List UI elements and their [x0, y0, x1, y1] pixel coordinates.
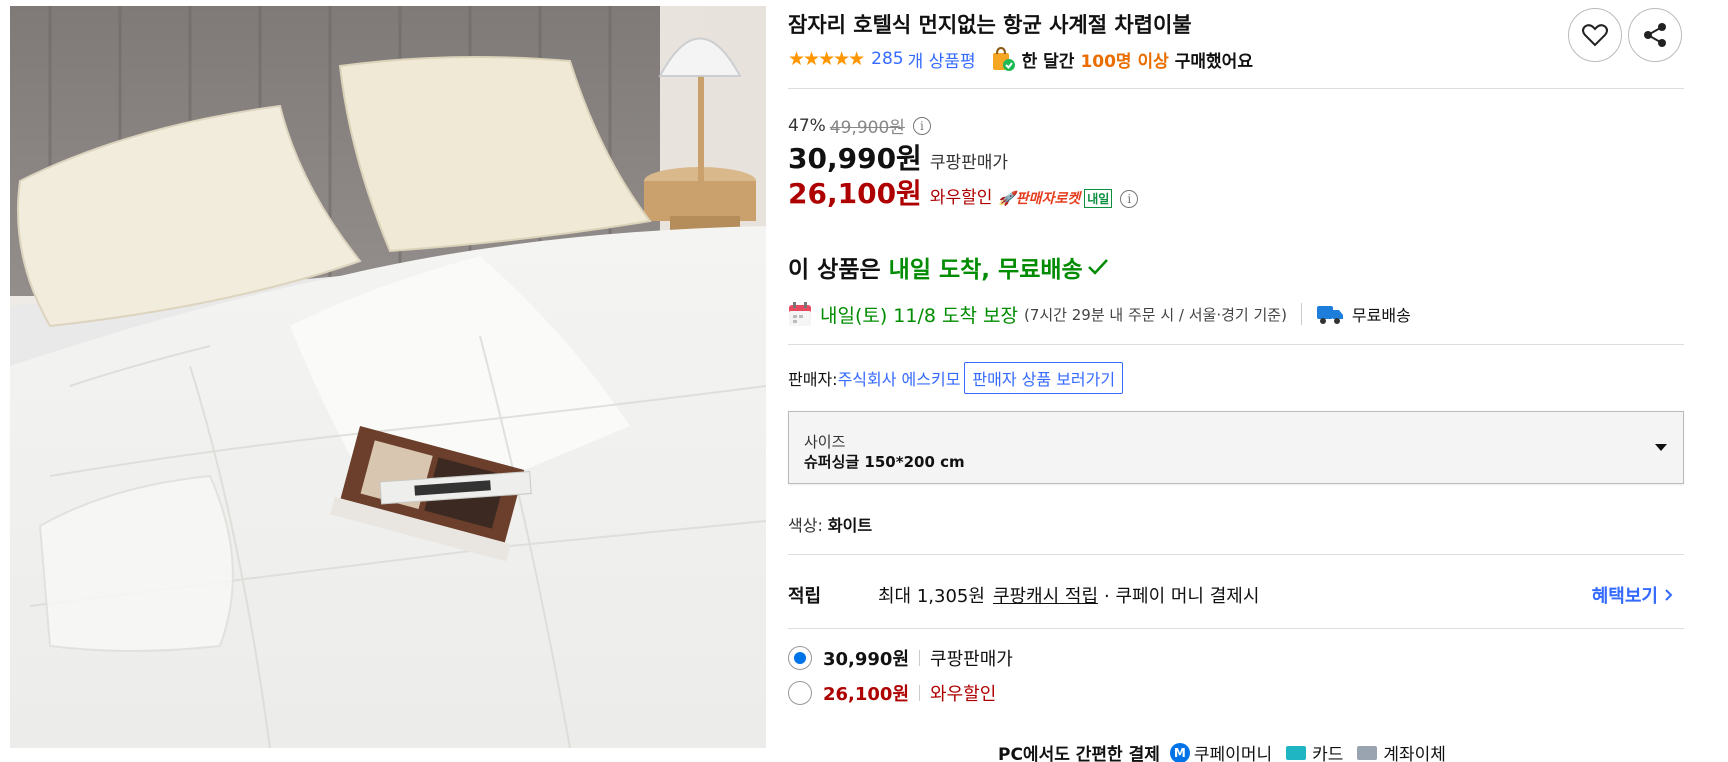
divider	[788, 628, 1684, 629]
radio-button[interactable]	[788, 646, 812, 670]
points-amount: 최대 1,305원	[878, 586, 985, 607]
color-row: 색상: 화이트	[788, 512, 872, 536]
divider	[1300, 303, 1302, 325]
divider	[788, 344, 1684, 345]
seller-name-link[interactable]: 주식회사 에스키모	[838, 366, 961, 390]
payment-method-label: 계좌이체	[1383, 745, 1446, 762]
discount-rate: 47%	[788, 115, 826, 136]
radio-button[interactable]	[788, 681, 812, 705]
payment-method-label: 쿠페이머니	[1193, 745, 1273, 762]
price-option[interactable]: 26,100원 와우할인	[788, 680, 996, 706]
divider	[788, 88, 1684, 89]
option-label: 와우할인	[930, 684, 997, 705]
payment-card: 카드	[1286, 740, 1343, 762]
free-shipping-label: 무료배송	[1351, 306, 1411, 325]
original-price-row: 47% 49,900원 i	[788, 113, 931, 138]
sale-price-label: 쿠팡판매가	[929, 153, 1009, 173]
divider	[919, 650, 921, 666]
product-info-panel: 잠자리 호텔식 먼지없는 항균 사계절 차렵이불 ★★★★★ 285 개 상품평…	[788, 0, 1684, 762]
rating-row: ★★★★★ 285 개 상품평 한 달간 100명 이상 구매했어요	[788, 46, 1253, 72]
payment-method-label: 카드	[1312, 745, 1344, 762]
purchase-stat-highlight: 100명 이상	[1080, 51, 1169, 72]
wishlist-button[interactable]	[1568, 8, 1622, 62]
benefits-link[interactable]: 혜택보기	[1592, 582, 1676, 608]
heart-icon	[1582, 24, 1608, 47]
size-label: 사이즈	[804, 433, 846, 451]
card-icon	[1286, 745, 1307, 760]
delivery-date: 내일(토) 11/8 도착 보장	[820, 304, 1018, 327]
divider	[788, 554, 1684, 555]
payment-bank-transfer: 계좌이체	[1357, 740, 1446, 762]
price-option[interactable]: 30,990원 쿠팡판매가	[788, 645, 1013, 671]
bank-transfer-icon	[1357, 745, 1378, 760]
seller-rocket-badge: 🚀판매자로켓	[998, 191, 1081, 207]
shopping-bag-icon	[990, 46, 1016, 72]
points-row: 적립 최대 1,305원 쿠팡캐시 적립 · 쿠페이 머니 결제시 혜택보기	[788, 580, 1684, 610]
option-price: 26,100원	[823, 684, 910, 705]
coupay-money-icon: M	[1169, 742, 1190, 762]
wow-price-row: 26,100원 와우할인 🚀판매자로켓 내일 i	[788, 172, 1139, 212]
review-count[interactable]: 285	[871, 49, 903, 69]
sale-price-row: 30,990원 쿠팡판매가	[788, 137, 1008, 177]
check-icon	[1087, 259, 1108, 275]
color-label: 색상:	[788, 516, 828, 535]
payment-title: PC에서도 간편한 결제	[998, 745, 1160, 762]
seller-products-button[interactable]: 판매자 상품 보러가기	[964, 362, 1124, 394]
payment-coupay-money: M 쿠페이머니	[1169, 740, 1273, 762]
tomorrow-badge: 내일	[1084, 189, 1113, 208]
share-button[interactable]	[1628, 8, 1682, 62]
calendar-icon	[789, 302, 811, 326]
points-condition: · 쿠페이 머니 결제시	[1104, 586, 1260, 607]
share-icon	[1644, 23, 1666, 47]
review-link[interactable]: 개 상품평	[908, 47, 976, 72]
info-icon[interactable]: i	[1120, 190, 1139, 208]
size-dropdown[interactable]: 사이즈 슈퍼싱글 150*200 cm	[788, 411, 1684, 484]
seller-label: 판매자:	[788, 370, 838, 389]
info-icon[interactable]: i	[912, 116, 931, 135]
coupang-cash-link[interactable]: 쿠팡캐시 적립	[993, 582, 1098, 608]
product-image[interactable]	[10, 6, 766, 748]
sale-price: 30,990원	[788, 142, 922, 175]
original-price: 49,900원	[829, 118, 905, 138]
wow-price: 26,100원	[788, 177, 922, 210]
arrival-prefix: 이 상품은	[788, 257, 881, 283]
arrival-highlight: 내일 도착, 무료배송	[888, 257, 1083, 283]
option-label: 쿠팡판매가	[930, 649, 1013, 670]
wow-price-label: 와우할인	[929, 188, 993, 208]
delivery-row: 내일(토) 11/8 도착 보장 (7시간 29분 내 주문 시 / 서울·경기…	[788, 299, 1411, 329]
purchase-stat-prefix: 한 달간	[1021, 51, 1075, 72]
size-value: 슈퍼싱글 150*200 cm	[804, 453, 965, 471]
option-price: 30,990원	[823, 649, 910, 670]
points-title: 적립	[788, 586, 822, 607]
chevron-down-icon	[1655, 444, 1667, 451]
rating-stars[interactable]: ★★★★★	[788, 48, 865, 70]
color-value: 화이트	[827, 516, 873, 535]
delivery-condition: (7시간 29분 내 주문 시 / 서울·경기 기준)	[1023, 305, 1287, 324]
seller-row: 판매자: 주식회사 에스키모 판매자 상품 보러가기	[788, 362, 1124, 394]
divider	[919, 685, 921, 701]
purchase-stat-suffix: 구매했어요	[1174, 51, 1253, 72]
product-title: 잠자리 호텔식 먼지없는 항균 사계절 차렵이불	[788, 13, 1192, 37]
payment-methods-row: PC에서도 간편한 결제 M 쿠페이머니 카드 계좌이체	[998, 740, 1460, 762]
truck-icon	[1316, 306, 1343, 324]
chevron-right-icon	[1665, 589, 1673, 601]
arrival-headline: 이 상품은 내일 도착, 무료배송	[788, 250, 1109, 284]
benefits-link-label: 혜택보기	[1591, 586, 1658, 607]
